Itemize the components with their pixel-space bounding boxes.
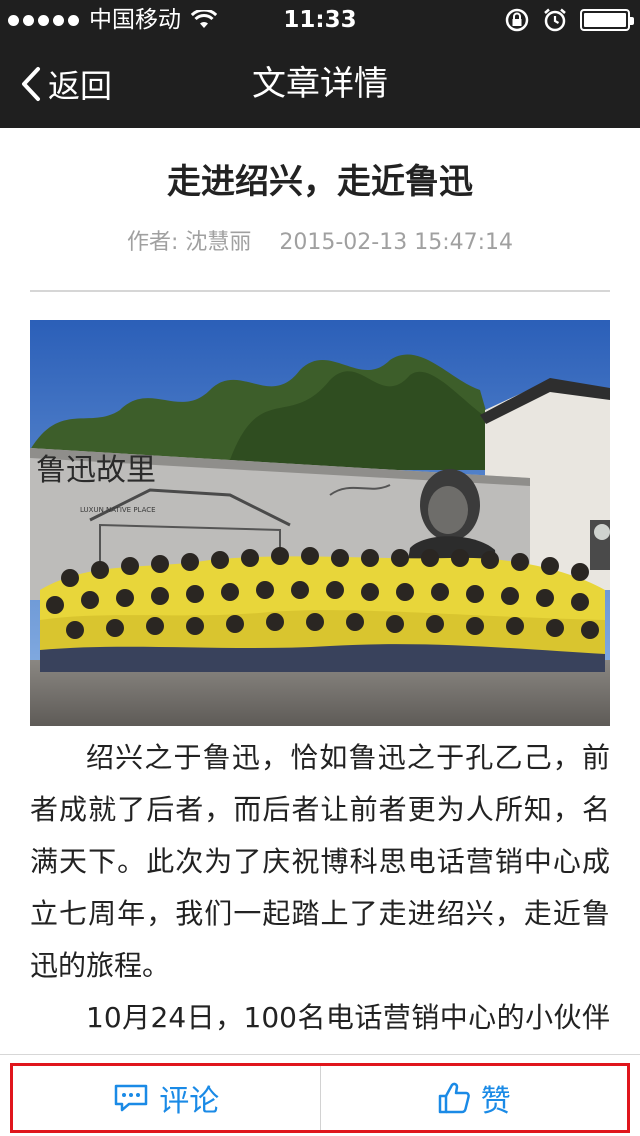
article-meta: 作者: 沈慧丽 2015-02-13 15:47:14 bbox=[0, 224, 640, 256]
article-author: 作者: 沈慧丽 bbox=[126, 230, 252, 255]
article-photo: 鲁迅故里 LUXUN NATIVE PLACE bbox=[30, 320, 610, 726]
like-label: 赞 bbox=[480, 1084, 511, 1119]
article: 走进绍兴，走近鲁迅 作者: 沈慧丽 2015-02-13 15:47:14 鲁迅… bbox=[0, 128, 640, 1054]
comment-bubble-icon bbox=[115, 1084, 148, 1112]
alarm-icon bbox=[544, 8, 566, 32]
action-bar: 评论 赞 bbox=[0, 1054, 640, 1136]
article-paragraph: 10月24日，100名电话营销中心的小伙伴们浩浩荡荡地向鲁迅故里进发，统一的鹅 bbox=[30, 1001, 610, 1054]
nav-bar: 返回 文章详情 bbox=[0, 40, 640, 128]
action-frame: 评论 赞 bbox=[10, 1063, 630, 1133]
article-paragraph: 绍兴之于鲁迅，恰如鲁迅之于孔乙己，前者成就了后者，而后者让前者更为人所知，名满天… bbox=[30, 741, 610, 982]
status-right bbox=[504, 0, 634, 40]
battery-icon bbox=[580, 9, 634, 31]
article-title: 走进绍兴，走近鲁迅 bbox=[167, 162, 473, 202]
wall-subtitle: LUXUN NATIVE PLACE bbox=[80, 506, 156, 514]
status-bar: 中国移动 11:33 bbox=[0, 0, 640, 40]
comment-label: 评论 bbox=[159, 1084, 220, 1119]
article-body: 绍兴之于鲁迅，恰如鲁迅之于孔乙己，前者成就了后者，而后者让前者更为人所知，名满天… bbox=[30, 732, 610, 1054]
title-divider bbox=[30, 290, 610, 292]
page-title: 文章详情 bbox=[252, 64, 388, 104]
rotation-lock-icon bbox=[505, 8, 529, 32]
comment-button[interactable]: 评论 bbox=[13, 1066, 321, 1130]
like-button[interactable]: 赞 bbox=[321, 1066, 628, 1130]
article-datetime: 2015-02-13 15:47:14 bbox=[279, 230, 514, 255]
wall-inscription: 鲁迅故里 bbox=[36, 453, 156, 488]
thumbs-up-icon bbox=[438, 1082, 470, 1114]
